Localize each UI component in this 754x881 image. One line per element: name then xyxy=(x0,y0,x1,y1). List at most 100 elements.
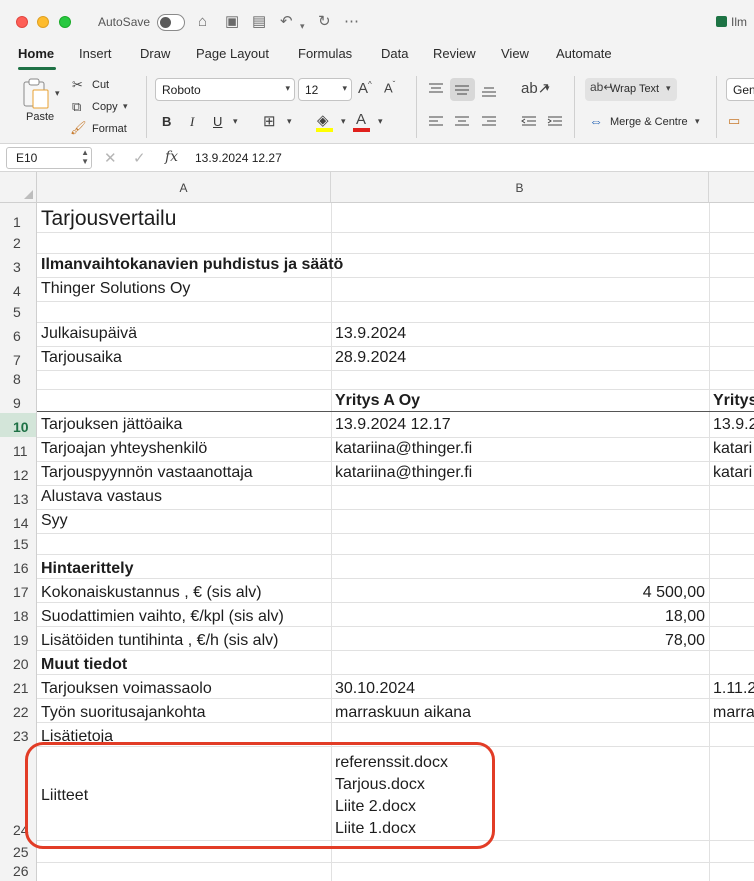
tab-automate[interactable]: Automate xyxy=(556,46,612,61)
cell-b10[interactable]: 13.9.2024 12.17 xyxy=(335,416,451,434)
cell-b19[interactable]: 78,00 xyxy=(335,632,705,650)
align-center-icon[interactable] xyxy=(454,115,470,129)
name-box-stepper-icon[interactable]: ▲ ▼ xyxy=(81,148,89,166)
cell-a20[interactable]: Muut tiedot xyxy=(41,656,127,674)
align-left-icon[interactable] xyxy=(428,115,444,129)
cell-a19[interactable]: Lisätöiden tuntihinta , €/h (sis alv) xyxy=(41,632,278,650)
cell-a4[interactable]: Thinger Solutions Oy xyxy=(41,280,190,298)
cell-b22[interactable]: marraskuun aikana xyxy=(335,704,471,722)
row-header[interactable]: 2 xyxy=(0,232,37,253)
row-header[interactable]: 9 xyxy=(0,389,37,413)
decrease-font-size-icon[interactable]: Aˇ xyxy=(384,80,395,95)
increase-indent-icon[interactable] xyxy=(547,115,563,129)
cell-c22[interactable]: marra xyxy=(713,704,754,722)
wrap-text-dropdown-icon[interactable]: ▾ xyxy=(666,83,671,94)
cell-b12[interactable]: katariina@thinger.fi xyxy=(335,464,472,482)
cell-b18[interactable]: 18,00 xyxy=(335,608,705,626)
merge-center-icon[interactable]: ⇔ xyxy=(589,113,603,129)
cell-a13[interactable]: Alustava vastaus xyxy=(41,488,162,506)
row-header[interactable]: 3 xyxy=(0,253,37,277)
insert-function-icon[interactable]: fx xyxy=(165,149,178,165)
cut-button[interactable]: Cut xyxy=(92,79,109,91)
currency-format-icon[interactable]: ▭ xyxy=(728,113,740,129)
copy-button[interactable]: Copy xyxy=(92,101,118,113)
row-header[interactable]: 16 xyxy=(0,554,37,578)
increase-font-size-icon[interactable]: A^ xyxy=(358,80,372,97)
cell-a7[interactable]: Tarjousaika xyxy=(41,349,122,367)
cell-b21[interactable]: 30.10.2024 xyxy=(335,680,415,698)
merge-center-dropdown-icon[interactable]: ▾ xyxy=(695,116,700,127)
paste-icon[interactable] xyxy=(22,78,50,110)
cell-a16[interactable]: Hintaerittely xyxy=(41,560,133,578)
fill-color-dropdown-icon[interactable]: ▾ xyxy=(341,116,346,127)
row-header[interactable]: 5 xyxy=(0,301,37,322)
row-header[interactable]: 17 xyxy=(0,578,37,602)
formula-input[interactable]: 13.9.2024 12.27 xyxy=(195,151,282,165)
cancel-edit-icon[interactable]: ✕ xyxy=(104,149,117,167)
row-header[interactable]: 1 xyxy=(0,203,37,232)
top-align-icon[interactable] xyxy=(428,82,444,96)
more-icon[interactable]: ⋯ xyxy=(344,12,359,32)
cell-a11[interactable]: Tarjoajan yhteyshenkilö xyxy=(41,440,207,458)
decrease-indent-icon[interactable] xyxy=(521,115,537,129)
column-header-a[interactable]: A xyxy=(37,172,331,203)
row-header[interactable]: 21 xyxy=(0,674,37,698)
cell-c12[interactable]: katari xyxy=(713,464,752,482)
row-header[interactable]: 13 xyxy=(0,485,37,509)
align-right-icon[interactable] xyxy=(481,115,497,129)
format-painter-icon[interactable]: 🖌 xyxy=(70,120,87,136)
row-header[interactable]: 11 xyxy=(0,437,37,461)
cell-b11[interactable]: katariina@thinger.fi xyxy=(335,440,472,458)
cell-a6[interactable]: Julkaisupäivä xyxy=(41,325,137,343)
tab-insert[interactable]: Insert xyxy=(79,46,112,61)
name-box[interactable]: E10 ▲ ▼ xyxy=(6,147,92,169)
cell-a14[interactable]: Syy xyxy=(41,512,68,530)
row-header[interactable]: 15 xyxy=(0,533,37,554)
select-all-corner[interactable] xyxy=(0,172,37,203)
cell-a22[interactable]: Työn suoritusajankohta xyxy=(41,704,206,722)
autosave-toggle[interactable] xyxy=(157,14,185,31)
cell-b7[interactable]: 28.9.2024 xyxy=(335,349,406,367)
save-as-icon[interactable]: ▤ xyxy=(252,12,266,32)
column-header-b[interactable]: B xyxy=(331,172,709,203)
fill-color-icon[interactable]: ◈ xyxy=(317,111,329,129)
row-header[interactable]: 4 xyxy=(0,277,37,301)
close-window-button[interactable] xyxy=(16,16,28,28)
format-painter-button[interactable]: Format xyxy=(92,123,127,135)
cell-a1[interactable]: Tarjousvertailu xyxy=(41,207,176,231)
undo-icon[interactable]: ↶ xyxy=(280,12,293,32)
row-header[interactable]: 14 xyxy=(0,509,37,533)
tab-page-layout[interactable]: Page Layout xyxy=(196,46,269,61)
font-color-dropdown-icon[interactable]: ▾ xyxy=(378,116,383,127)
undo-dropdown-icon[interactable]: ▾ xyxy=(300,16,305,36)
row-header[interactable]: 20 xyxy=(0,650,37,674)
row-header[interactable]: 7 xyxy=(0,346,37,370)
cell-b9[interactable]: Yritys A Oy xyxy=(335,392,420,410)
row-header[interactable]: 22 xyxy=(0,698,37,722)
tab-draw[interactable]: Draw xyxy=(140,46,170,61)
column-header-c[interactable] xyxy=(709,172,754,203)
underline-button[interactable]: U xyxy=(213,114,222,129)
tab-home[interactable]: Home xyxy=(18,46,54,61)
cell-a18[interactable]: Suodattimien vaihto, €/kpl (sis alv) xyxy=(41,608,284,626)
cell-a21[interactable]: Tarjouksen voimassaolo xyxy=(41,680,212,698)
home-icon[interactable]: ⌂ xyxy=(198,12,207,32)
zoom-window-button[interactable] xyxy=(59,16,71,28)
merge-center-button[interactable]: Merge & Centre xyxy=(610,116,688,128)
paste-dropdown-icon[interactable]: ▾ xyxy=(55,88,60,99)
save-icon[interactable]: ▣ xyxy=(225,12,239,32)
cell-a10[interactable]: Tarjouksen jättöaika xyxy=(41,416,182,434)
cell-c21[interactable]: 1.11.2 xyxy=(713,680,754,698)
row-header[interactable]: 26 xyxy=(0,862,37,881)
font-name-select[interactable]: Roboto ▾ xyxy=(155,78,295,101)
cell-a3[interactable]: Ilmanvaihtokanavien puhdistus ja säätö xyxy=(41,256,343,274)
font-color-icon[interactable]: A xyxy=(356,111,366,128)
row-header[interactable]: 18 xyxy=(0,602,37,626)
borders-icon[interactable]: ⊞ xyxy=(263,112,276,130)
bold-button[interactable]: B xyxy=(162,114,171,129)
row-header-selected[interactable]: 10 xyxy=(0,413,37,437)
underline-dropdown-icon[interactable]: ▾ xyxy=(233,116,238,127)
font-size-select[interactable]: 12 ▾ xyxy=(298,78,352,101)
cut-icon[interactable]: ✂ xyxy=(72,77,83,93)
cell-b6[interactable]: 13.9.2024 xyxy=(335,325,406,343)
